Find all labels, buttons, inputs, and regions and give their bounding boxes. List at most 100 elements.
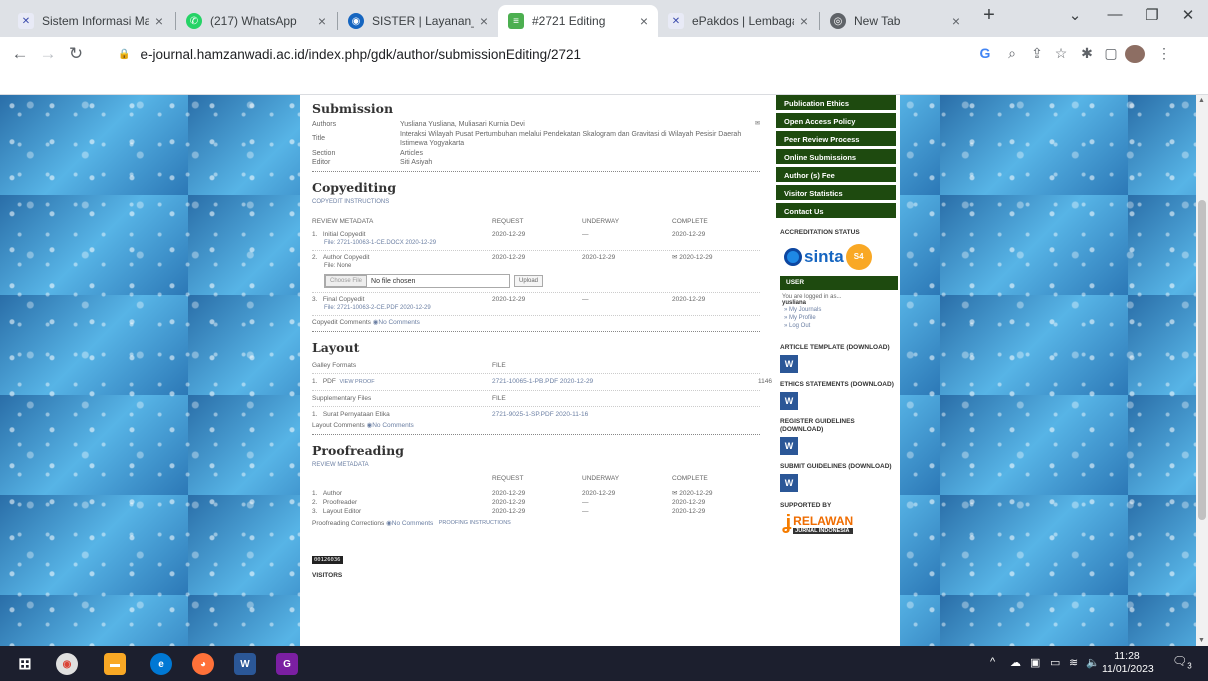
- table-row: 3. Final Copyedit 2020-12-29 — 2020-12-2…: [312, 296, 706, 303]
- avatar[interactable]: [1125, 45, 1145, 63]
- file-link[interactable]: File: 2721-10063-2-CE.PDF 2020-12-29: [312, 304, 760, 313]
- notification-icon[interactable]: 🗨3: [1172, 654, 1192, 670]
- volume-icon[interactable]: 🔈: [1086, 656, 1100, 669]
- tab-search-icon[interactable]: ⌄: [1063, 6, 1087, 24]
- tab-epakdos[interactable]: ✕ ePakdos | Lembaga La ×: [658, 5, 818, 37]
- log-out-link[interactable]: » Log Out: [784, 322, 896, 330]
- menu-icon[interactable]: ⋮: [1154, 45, 1174, 62]
- page-scrollbar[interactable]: ▲ ▼: [1196, 95, 1208, 646]
- review-metadata-link[interactable]: REVIEW METADATA: [312, 462, 760, 468]
- scroll-up-icon[interactable]: ▲: [1198, 97, 1205, 104]
- windows-start-icon[interactable]: ⊞: [14, 653, 36, 675]
- my-profile-link[interactable]: » My Profile: [784, 314, 896, 322]
- layout-heading: Layout: [312, 340, 360, 355]
- article-template-heading: ARTICLE TEMPLATE (DOWNLOAD): [780, 344, 890, 351]
- editor-value: Siti Asiyah: [400, 159, 433, 166]
- scroll-down-icon[interactable]: ▼: [1198, 637, 1205, 644]
- word-icon[interactable]: W: [780, 355, 798, 373]
- share-icon[interactable]: ⇪: [1027, 45, 1047, 62]
- zoom-icon[interactable]: ⌕: [1002, 45, 1022, 62]
- email-icon[interactable]: ✉: [672, 490, 677, 497]
- sidepanel-icon[interactable]: ▢: [1101, 45, 1121, 62]
- table-row: 2. Proofreader 2020-12-29 — 2020-12-29: [312, 499, 706, 506]
- no-comments-link[interactable]: No Comments: [378, 318, 420, 327]
- table-row: 3. Layout Editor 2020-12-29 — 2020-12-29: [312, 508, 706, 515]
- no-comments-link[interactable]: No Comments: [372, 421, 414, 430]
- close-tab-icon[interactable]: ×: [952, 13, 960, 29]
- menu-author-fee[interactable]: Author (s) Fee: [776, 167, 896, 185]
- sidebar-menu: Publication Ethics Open Access Policy Pe…: [776, 95, 896, 221]
- new-tab-icon[interactable]: +: [977, 4, 1001, 27]
- email-icon[interactable]: ✉: [755, 120, 760, 129]
- file-explorer-icon[interactable]: ▬: [104, 653, 126, 675]
- close-tab-icon[interactable]: ×: [800, 13, 808, 29]
- word-icon[interactable]: W: [780, 474, 798, 492]
- battery-icon[interactable]: ▭: [1050, 656, 1060, 669]
- file-input[interactable]: Choose File No file chosen: [324, 274, 510, 288]
- copyedit-instructions-link[interactable]: COPYEDIT INSTRUCTIONS: [312, 199, 760, 205]
- minimize-icon[interactable]: —: [1103, 6, 1127, 23]
- restore-icon[interactable]: ❐: [1140, 6, 1164, 24]
- no-comments-link[interactable]: No Comments: [392, 519, 434, 528]
- supported-by-heading: SUPPORTED BY: [780, 502, 832, 509]
- close-window-icon[interactable]: ✕: [1176, 6, 1200, 24]
- back-icon[interactable]: ←: [6, 44, 34, 64]
- clock[interactable]: 11:28 11/01/2023: [1102, 650, 1154, 676]
- table-row: 2. Author Copyedit 2020-12-29 2020-12-29…: [312, 254, 713, 261]
- view-proof-link[interactable]: VIEW PROOF: [339, 379, 374, 385]
- relawan-logo[interactable]: ʝ RELAWAN JURNAL INDONESIA: [782, 512, 896, 535]
- edge-icon[interactable]: e: [150, 653, 172, 675]
- close-tab-icon[interactable]: ×: [155, 13, 163, 29]
- address-bar[interactable]: 🔒 e-journal.hamzanwadi.ac.id/index.php/g…: [104, 40, 949, 68]
- close-tab-icon[interactable]: ×: [640, 13, 648, 29]
- extensions-icon[interactable]: ✱: [1077, 45, 1097, 62]
- chrome-taskbar-icon[interactable]: ◉: [56, 653, 78, 675]
- word-icon[interactable]: W: [780, 392, 798, 410]
- tray-chevron-icon[interactable]: ^: [990, 656, 995, 668]
- tab-whatsapp[interactable]: ✆ (217) WhatsApp ×: [176, 5, 336, 37]
- word-taskbar-icon[interactable]: W: [234, 653, 256, 675]
- user-links: » My Journals » My Profile » Log Out: [784, 306, 896, 330]
- tab-new[interactable]: ◎ New Tab ×: [820, 5, 970, 37]
- close-tab-icon[interactable]: ×: [480, 13, 488, 29]
- tab-editing[interactable]: ≡ #2721 Editing ×: [498, 5, 658, 37]
- file-link[interactable]: 2721-10065-1-PB.PDF 2020-12-29: [492, 377, 732, 387]
- menu-publication-ethics[interactable]: Publication Ethics: [776, 95, 896, 113]
- app-tray-icon[interactable]: ▣: [1030, 656, 1040, 669]
- user-heading: USER: [780, 276, 898, 290]
- tab-sister[interactable]: ◉ SISTER | Layanan_bkd ×: [338, 5, 498, 37]
- proofing-instructions-link[interactable]: PROOFING INSTRUCTIONS: [439, 519, 511, 528]
- menu-visitor-statistics[interactable]: Visitor Statistics: [776, 185, 896, 203]
- submission-heading: Submission: [312, 101, 394, 116]
- file-link[interactable]: File: 2721-10063-1-CE.DOCX 2020-12-29: [312, 239, 760, 248]
- site-logo-icon: ✕: [18, 13, 34, 29]
- file-link[interactable]: 2721-9025-1-SP.PDF 2020-11-16: [492, 410, 732, 419]
- word-icon[interactable]: W: [780, 437, 798, 455]
- close-tab-icon[interactable]: ×: [318, 13, 326, 29]
- upload-button[interactable]: Upload: [514, 275, 544, 287]
- menu-online-submissions[interactable]: Online Submissions: [776, 149, 896, 167]
- copyediting-heading: Copyediting: [312, 180, 397, 195]
- wifi-icon[interactable]: ≋: [1069, 656, 1078, 669]
- firefox-icon[interactable]: ◕: [192, 653, 214, 675]
- menu-open-access[interactable]: Open Access Policy: [776, 113, 896, 131]
- onedrive-icon[interactable]: ☁: [1010, 656, 1021, 669]
- bookmark-star-icon[interactable]: ☆: [1051, 45, 1071, 62]
- menu-peer-review[interactable]: Peer Review Process: [776, 131, 896, 149]
- email-icon[interactable]: ✉: [672, 254, 677, 261]
- sinta-logo[interactable]: sinta S4: [784, 244, 896, 270]
- my-journals-link[interactable]: » My Journals: [784, 306, 896, 314]
- google-icon[interactable]: G: [975, 45, 995, 61]
- reload-icon[interactable]: ↻: [62, 44, 90, 64]
- page-viewport: Submission Authors Yusliana Yusliana, Mul…: [0, 95, 1196, 646]
- site-logo-icon: ✕: [668, 13, 684, 29]
- pdf-app-icon[interactable]: G: [276, 653, 298, 675]
- copyedit-header: REVIEW METADATA REQUEST UNDERWAY COMPLET…: [312, 218, 708, 225]
- choose-file-button[interactable]: Choose File: [325, 275, 368, 287]
- scroll-thumb[interactable]: [1198, 200, 1206, 520]
- submit-guidelines-heading: SUBMIT GUIDELINES (DOWNLOAD): [780, 463, 892, 470]
- accreditation-heading: ACCREDITATION STATUS: [780, 229, 860, 236]
- tab-sistem-informasi[interactable]: ✕ Sistem Informasi Man ×: [8, 5, 173, 37]
- forward-icon[interactable]: →: [34, 44, 62, 64]
- menu-contact-us[interactable]: Contact Us: [776, 203, 896, 221]
